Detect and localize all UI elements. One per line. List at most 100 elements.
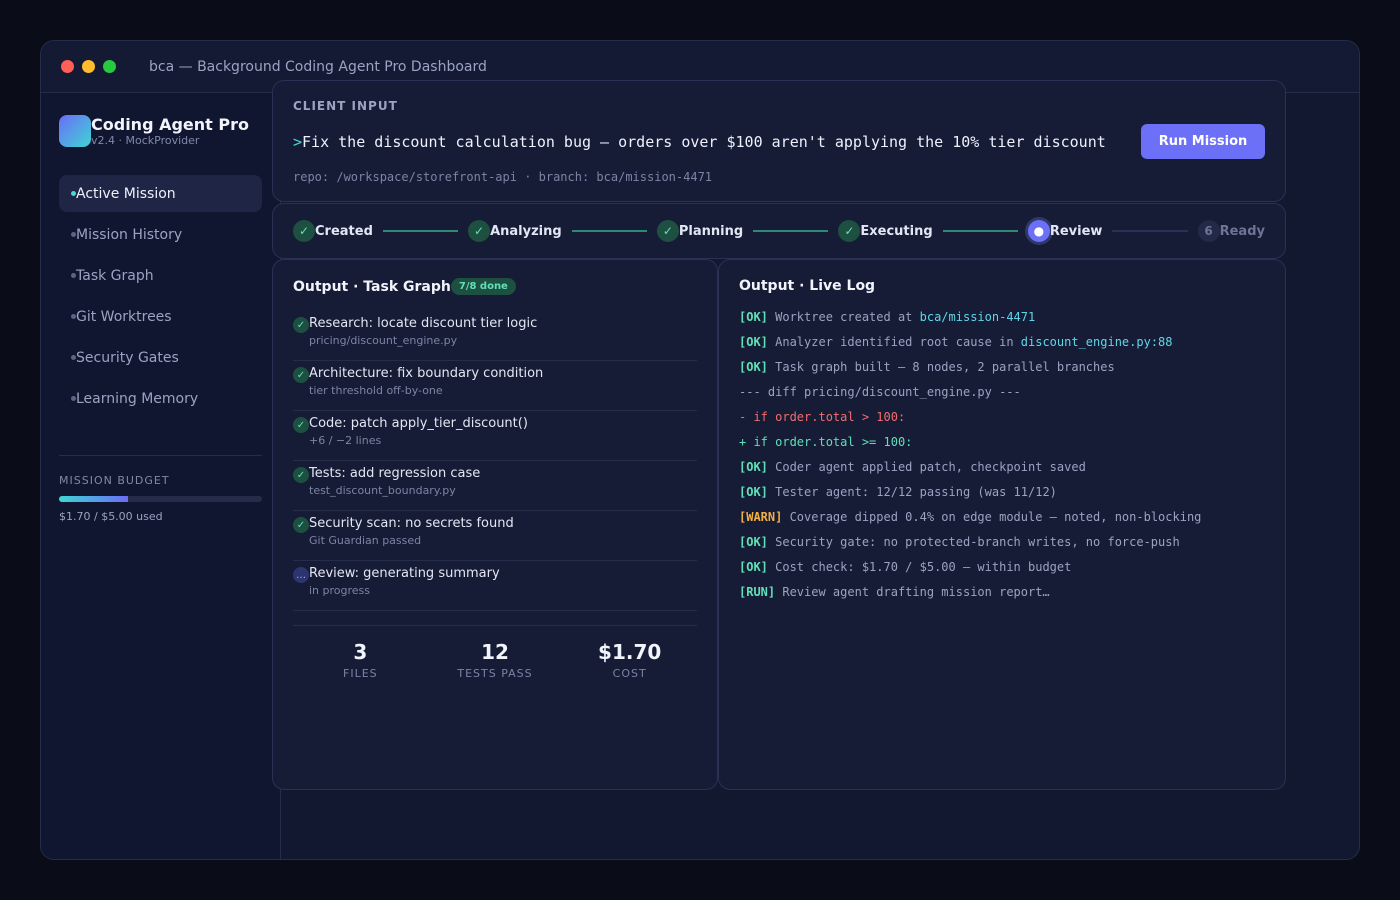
check-icon: ✓	[293, 220, 315, 242]
task-title: Research: locate discount tier logic	[309, 316, 538, 331]
log-text: --- diff pricing/discount_engine.py ---	[739, 385, 1021, 399]
check-icon: ✓	[293, 467, 309, 483]
check-icon: ✓	[656, 220, 679, 242]
stat-files: 3 FILES	[293, 640, 428, 680]
task-row[interactable]: ✓ Research: locate discount tier logic pri…	[293, 311, 697, 361]
logo	[59, 115, 91, 147]
step-label: Ready	[1219, 223, 1265, 239]
sidebar-item-mission-history[interactable]: Mission History	[59, 216, 262, 253]
sidebar-item-active-mission[interactable]: Active Mission	[59, 175, 262, 212]
budget-label: MISSION BUDGET	[59, 474, 170, 487]
log-line: [OK] Security gate: no protected-branch …	[739, 535, 1265, 560]
step-connector	[382, 230, 459, 232]
log-tag: [OK]	[739, 535, 768, 549]
step-connector	[1112, 230, 1188, 232]
step-connector	[753, 230, 829, 232]
log-line: [OK] Coder agent applied patch, checkpoi…	[739, 460, 1265, 485]
maximize-window-button[interactable]	[103, 60, 116, 73]
step-executing: ✓ Executing	[838, 220, 933, 242]
check-icon: ✓	[293, 367, 309, 383]
log-highlight: bca/mission-4471	[919, 310, 1036, 324]
stat-value: 12	[481, 640, 509, 664]
task-row[interactable]: … Review: generating summary in progress	[293, 561, 697, 611]
sidebar-item-security-gates[interactable]: Security Gates	[59, 339, 262, 376]
sidebar-item-learning-memory[interactable]: Learning Memory	[59, 380, 262, 417]
sidebar-item-label: Security Gates	[76, 349, 179, 366]
task-subtitle: Git Guardian passed	[309, 534, 422, 547]
window-title: bca — Background Coding Agent Pro Dashbo…	[149, 58, 487, 75]
task-subtitle: in progress	[309, 584, 371, 597]
log-text: Worktree created at	[767, 310, 920, 324]
task-row[interactable]: ✓ Architecture: fix boundary condition tie…	[293, 361, 697, 411]
task-graph-title: Output · Task Graph	[293, 278, 451, 295]
live-log: [OK] Worktree created at bca/mission-447…	[739, 310, 1265, 610]
log-text: Coverage dipped 0.4% on edge module — no…	[782, 510, 1202, 524]
log-line: [WARN] Coverage dipped 0.4% on edge modu…	[739, 510, 1265, 535]
brand-title: Coding Agent Pro	[91, 114, 249, 134]
step-label: Planning	[678, 223, 744, 239]
sidebar-item-label: Active Mission	[76, 185, 176, 202]
sidebar-item-label: Git Worktrees	[76, 308, 172, 325]
stat-cost: $1.70 COST	[562, 640, 697, 680]
mission-prompt-input[interactable]: >Fix the discount calculation bug — orde…	[293, 133, 1106, 151]
repo-branch-meta: repo: /workspace/storefront-api · branch…	[293, 170, 713, 184]
log-tag: [OK]	[739, 335, 768, 349]
log-text: Security gate: no protected-branch write…	[767, 535, 1180, 549]
task-row[interactable]: ✓ Tests: add regression case test_discount…	[293, 461, 697, 511]
budget-progress-bar	[59, 496, 262, 502]
log-line: [OK] Worktree created at bca/mission-447…	[739, 310, 1265, 335]
prompt-caret: >	[293, 133, 303, 151]
log-text: Tester agent: 12/12 passing (was 11/12)	[767, 485, 1057, 499]
task-title: Tests: add regression case	[309, 466, 481, 481]
sidebar-divider	[59, 455, 262, 456]
step-ready: 6 Ready	[1197, 220, 1265, 242]
log-text: Cost check: $1.70 / $5.00 — within budge…	[767, 560, 1072, 574]
stat-tests-pass: 12 TESTS PASS	[428, 640, 563, 680]
live-log-card: Output · Live Log [OK] Worktree created …	[718, 259, 1286, 790]
log-tag: [OK]	[739, 485, 768, 499]
check-icon: ✓	[293, 317, 309, 333]
check-icon: ✓	[838, 220, 861, 242]
step-label: Analyzing	[490, 223, 562, 239]
task-list: ✓ Research: locate discount tier logic pri…	[293, 311, 697, 611]
task-subtitle: pricing/discount_engine.py	[309, 334, 458, 347]
task-title: Review: generating summary	[309, 566, 500, 581]
log-tag: [RUN]	[739, 585, 776, 599]
task-subtitle: tier threshold off-by-one	[309, 384, 443, 397]
step-connector	[571, 230, 647, 232]
task-row[interactable]: ✓ Security scan: no secrets found Git Guar…	[293, 511, 697, 561]
sidebar-nav: Active Mission Mission History Task Graph G…	[59, 175, 262, 417]
step-planning: ✓ Planning	[656, 220, 744, 242]
stat-label: FILES	[343, 667, 378, 680]
client-input-card: CLIENT INPUT >Fix the discount calculati…	[272, 80, 1286, 202]
in-progress-icon: …	[293, 567, 309, 583]
stat-label: TESTS PASS	[457, 667, 533, 680]
task-row[interactable]: ✓ Code: patch apply_tier_discount() +6 / −…	[293, 411, 697, 461]
log-text: Analyzer identified root cause in	[767, 335, 1021, 349]
current-step-icon: ●	[1027, 220, 1050, 242]
stat-value: $1.70	[598, 640, 662, 664]
close-window-button[interactable]	[61, 60, 74, 73]
task-title: Security scan: no secrets found	[309, 516, 514, 531]
diff-removed-line: - if order.total > 100:	[739, 410, 906, 424]
sidebar: Coding Agent Pro v2.4 · MockProvider Act…	[41, 93, 281, 859]
log-line: --- diff pricing/discount_engine.py ---	[739, 385, 1265, 410]
step-label: Review	[1049, 223, 1103, 239]
run-mission-button[interactable]: Run Mission	[1141, 124, 1265, 159]
minimize-window-button[interactable]	[82, 60, 95, 73]
sidebar-item-task-graph[interactable]: Task Graph	[59, 257, 262, 294]
log-line: - if order.total > 100:	[739, 410, 1265, 435]
log-highlight: discount_engine.py:88	[1020, 335, 1173, 349]
sidebar-item-label: Task Graph	[76, 267, 154, 284]
sidebar-item-git-worktrees[interactable]: Git Worktrees	[59, 298, 262, 335]
task-title: Code: patch apply_tier_discount()	[309, 416, 528, 431]
step-connector	[942, 230, 1018, 232]
log-text: Coder agent applied patch, checkpoint sa…	[767, 460, 1086, 474]
check-icon: ✓	[468, 220, 491, 242]
stat-label: COST	[612, 667, 647, 680]
sidebar-item-label: Learning Memory	[76, 390, 199, 407]
client-input-label: CLIENT INPUT	[293, 99, 398, 113]
budget-progress-fill	[59, 496, 129, 502]
log-tag: [OK]	[739, 360, 768, 374]
mission-progress-steps: ✓ Created ✓ Analyzing ✓ Planning ✓ Executing ● Re…	[272, 203, 1286, 259]
